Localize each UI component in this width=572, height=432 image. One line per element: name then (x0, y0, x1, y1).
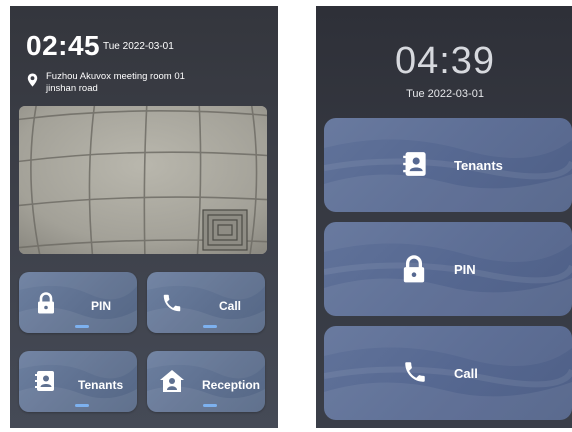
phone-icon (405, 362, 425, 382)
tile-indicator (75, 325, 89, 328)
lock-icon (38, 292, 54, 314)
home-person-icon (160, 370, 184, 392)
reception-tile[interactable]: Reception (147, 351, 265, 412)
tile-indicator (203, 404, 217, 407)
button-wave-pattern (324, 118, 572, 212)
vent-grille (202, 209, 248, 251)
tenants-button-label: Tenants (454, 158, 503, 173)
camera-preview (19, 106, 267, 254)
button-wave-pattern (324, 326, 572, 420)
clock-date: Tue 2022-03-01 (406, 88, 484, 100)
pin-tile-label: PIN (91, 299, 112, 313)
left-intercom-screen: 02:45 Tue 2022-03-01 Fuzhou Akuvox meeti… (10, 6, 278, 428)
pin-tile[interactable]: PIN (19, 272, 137, 333)
tile-indicator (203, 325, 217, 328)
lock-icon (403, 255, 425, 283)
call-tile[interactable]: Call (147, 272, 265, 333)
right-intercom-screen: 04:39 Tue 2022-03-01 Tenants PIN Call (316, 6, 572, 428)
pin-button[interactable]: PIN (324, 222, 572, 316)
camera-feed-image (19, 106, 267, 254)
phone-icon (163, 294, 181, 312)
tenants-button[interactable]: Tenants (324, 118, 572, 212)
pin-button-label: PIN (454, 262, 476, 277)
contacts-icon (403, 152, 426, 176)
clock-date: Tue 2022-03-01 (103, 41, 174, 52)
location-line-2: jinshan road (46, 83, 98, 94)
location-line-1: Fuzhou Akuvox meeting room 01 (46, 71, 185, 82)
clock-time: 02:45 (26, 30, 101, 61)
reception-tile-label: Reception (202, 378, 261, 392)
clock-time: 04:39 (394, 40, 496, 82)
tile-indicator (75, 404, 89, 407)
button-wave-pattern (324, 222, 572, 316)
call-tile-label: Call (219, 299, 242, 313)
contacts-icon (35, 371, 54, 391)
tenants-tile-label: Tenants (78, 378, 124, 392)
location-pin-icon (27, 73, 38, 87)
call-button[interactable]: Call (324, 326, 572, 420)
tenants-tile[interactable]: Tenants (19, 351, 137, 412)
call-button-label: Call (454, 366, 478, 381)
